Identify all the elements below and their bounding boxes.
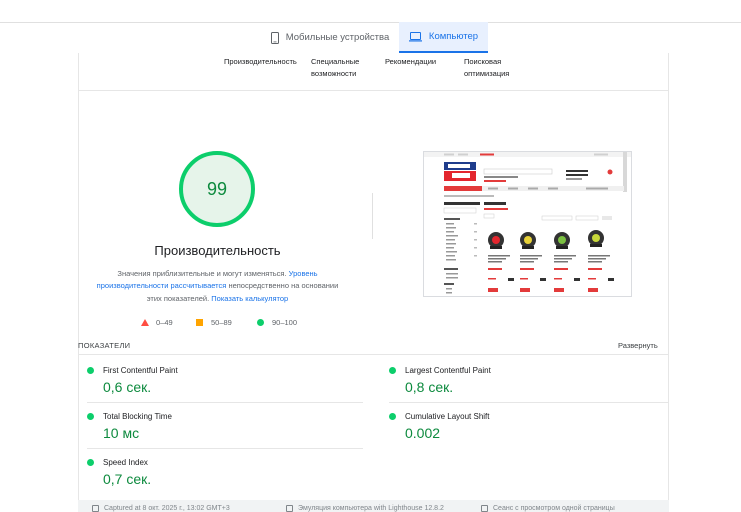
calendar-icon bbox=[92, 505, 99, 512]
smartphone-icon bbox=[270, 31, 279, 44]
metric-tbt-label: Total Blocking Time bbox=[103, 412, 172, 421]
legend-average-label: 50–89 bbox=[211, 317, 232, 327]
expand-metrics-toggle[interactable]: Развернуть bbox=[618, 341, 658, 350]
metric-fcp-label: First Contentful Paint bbox=[103, 366, 178, 375]
metric-tbt-value: 10 мс bbox=[103, 425, 140, 441]
session-text: Сеанс с просмотром одной страницы bbox=[493, 505, 615, 512]
legend-poor-label: 0–49 bbox=[156, 317, 173, 327]
laptop-icon bbox=[408, 31, 422, 41]
thumbnail-image bbox=[424, 152, 631, 296]
tab-accessibility-label-1: Специальные bbox=[311, 57, 360, 66]
good-status-icon bbox=[87, 367, 94, 374]
tab-seo[interactable]: Поисковая оптимизация bbox=[464, 56, 509, 80]
tab-accessibility[interactable]: Специальные возможности bbox=[311, 56, 359, 80]
legend-good-label: 90–100 bbox=[272, 317, 298, 327]
tab-mobile[interactable]: Мобильные устройства bbox=[262, 22, 398, 53]
circle-icon bbox=[257, 318, 264, 326]
tab-accessibility-label-2: возможности bbox=[311, 69, 357, 78]
good-status-icon bbox=[87, 459, 94, 466]
metric-si-label: Speed Index bbox=[103, 458, 148, 467]
summary-divider bbox=[372, 193, 373, 239]
good-status-icon bbox=[87, 413, 94, 420]
lighthouse-info: Эмуляция компьютера with Lighthouse 12.8… bbox=[286, 505, 444, 512]
metric-si-value: 0,7 сек. bbox=[103, 471, 152, 487]
triangle-icon bbox=[141, 318, 149, 326]
tab-performance[interactable]: Производительность bbox=[224, 56, 297, 68]
metric-lcp-label: Largest Contentful Paint bbox=[405, 366, 491, 375]
session-info: Сеанс с просмотром одной страницы bbox=[481, 505, 615, 512]
tab-mobile-label: Мобильные устройства bbox=[285, 32, 390, 43]
metric-lcp-value: 0,8 сек. bbox=[405, 379, 454, 395]
good-status-icon bbox=[389, 413, 396, 420]
metric-cls-label: Cumulative Layout Shift bbox=[405, 412, 490, 421]
show-calculator-link[interactable]: Показать калькулятор bbox=[211, 294, 288, 303]
captured-info: Captured at 8 окт. 2025 г., 13:02 GMT+3 bbox=[92, 505, 230, 512]
performance-note: Значения приблизительные и могут изменят… bbox=[92, 268, 343, 305]
tab-seo-label-2: оптимизация bbox=[464, 69, 510, 78]
page-screenshot-thumbnail[interactable] bbox=[423, 151, 632, 297]
metric-fcp-value: 0,6 сек. bbox=[103, 379, 152, 395]
performance-score-gauge[interactable]: 99 bbox=[179, 151, 255, 227]
tab-best-practices-label: Рекомендации bbox=[385, 57, 437, 66]
metrics-heading: ПОКАЗАТЕЛИ bbox=[78, 341, 131, 350]
note-text-1: Значения приблизительные и могут изменят… bbox=[117, 269, 287, 278]
metrics-divider-left-2 bbox=[87, 448, 363, 449]
lighthouse-text: Эмуляция компьютера with Lighthouse 12.8… bbox=[298, 505, 444, 512]
monitor-icon bbox=[286, 505, 293, 512]
tab-desktop-label: Компьютер bbox=[428, 31, 479, 42]
metrics-divider-top bbox=[78, 354, 669, 355]
tab-desktop[interactable]: Компьютер bbox=[399, 22, 488, 53]
legend-good: 90–100 bbox=[257, 316, 297, 328]
metric-cls-value: 0.002 bbox=[405, 425, 441, 441]
legend-average: 50–89 bbox=[196, 316, 232, 328]
tab-best-practices[interactable]: Рекомендации bbox=[385, 56, 436, 68]
metrics-divider-right-1 bbox=[389, 402, 669, 403]
category-tabs: Производительность Специальные возможност… bbox=[79, 53, 668, 91]
captured-text: Captured at 8 окт. 2025 г., 13:02 GMT+3 bbox=[104, 505, 230, 512]
good-status-icon bbox=[389, 367, 396, 374]
legend-poor: 0–49 bbox=[141, 316, 173, 328]
session-icon bbox=[481, 505, 488, 512]
tab-seo-label-1: Поисковая bbox=[464, 57, 502, 66]
square-icon bbox=[196, 318, 203, 326]
performance-score: 99 bbox=[206, 178, 228, 199]
device-tabs: Мобильные устройства Компьютер bbox=[0, 22, 741, 53]
metrics-divider-left-1 bbox=[87, 402, 363, 403]
tab-performance-label: Производительность bbox=[224, 57, 297, 66]
performance-title: Производительность bbox=[154, 243, 281, 258]
